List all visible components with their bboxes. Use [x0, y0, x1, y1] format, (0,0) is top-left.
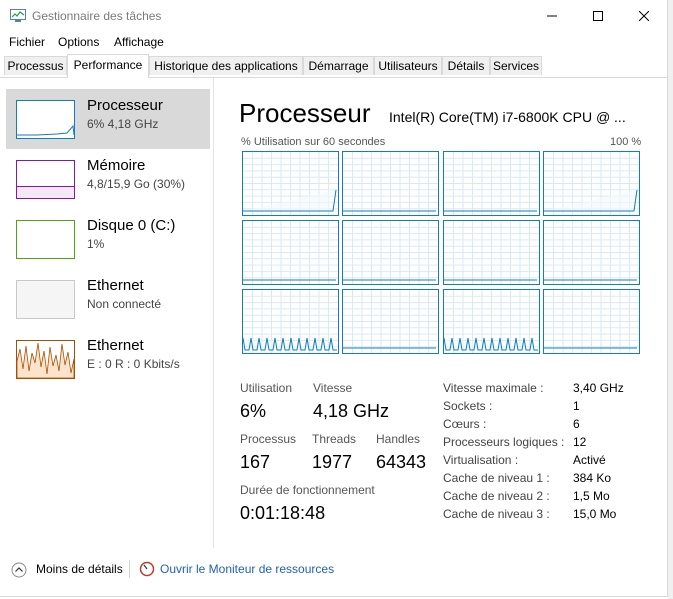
ethernet-thumbnail-graph: [16, 280, 75, 319]
cpu-thumbnail-graph: [16, 100, 75, 139]
cpu-core-graph: [242, 151, 339, 216]
disk-thumbnail-graph: [16, 220, 75, 259]
cpu-core-graph: [342, 220, 439, 285]
sidebar-item-label: Disque 0 (C:): [87, 217, 176, 234]
info-value: 1,5 Mo: [573, 489, 610, 503]
cpu-core-graph: [443, 151, 540, 216]
sidebar-item-detail: 1%: [87, 237, 105, 251]
title-bar[interactable]: Gestionnaire des tâches: [0, 0, 667, 32]
threads-label: Threads: [312, 432, 357, 446]
sidebar-item-detail: E : 0 R : 0 Kbits/s: [87, 357, 180, 371]
resource-monitor-icon: [139, 561, 155, 577]
close-icon: [639, 11, 649, 21]
sidebar-item-ethernet-2[interactable]: Ethernet E : 0 R : 0 Kbits/s: [6, 329, 210, 389]
sidebar-item-label: Ethernet: [87, 337, 144, 354]
info-value: 384 Ko: [573, 471, 612, 485]
tab-services[interactable]: Services: [490, 56, 542, 75]
window-title: Gestionnaire des tâches: [32, 9, 162, 23]
tab-historique[interactable]: Historique des applications: [149, 56, 303, 75]
sidebar-item-processeur[interactable]: Processeur 6% 4,18 GHz: [6, 89, 210, 149]
cpu-core-graph: [543, 220, 640, 285]
sidebar-item-detail: Non connecté: [87, 297, 162, 311]
chevron-up-icon[interactable]: [11, 562, 27, 578]
utilisation-label: Utilisation: [240, 381, 293, 395]
menu-fichier[interactable]: Fichier: [9, 35, 45, 49]
graph-max-label: 100 %: [610, 136, 642, 148]
open-resource-monitor-link[interactable]: Ouvrir le Moniteur de ressources: [160, 562, 334, 576]
footer-divider: [129, 560, 130, 578]
page-title: Processeur: [239, 98, 371, 128]
info-value: 15,0 Mo: [573, 507, 617, 521]
tab-demarrage[interactable]: Démarrage: [303, 56, 374, 75]
vitesse-value: 4,18 GHz: [313, 401, 390, 421]
utilisation-value: 6%: [240, 401, 267, 421]
close-button[interactable]: [621, 0, 667, 32]
info-value: 12: [573, 435, 587, 449]
tab-bar: Processus Performance Historique des app…: [0, 54, 667, 78]
cpu-core-graph: [342, 151, 439, 216]
cpu-core-graph: [543, 151, 640, 216]
info-label: Cœurs :: [443, 417, 487, 431]
task-manager-window: Gestionnaire des tâches Fichier Options …: [0, 0, 668, 597]
menu-bar: Fichier Options Affichage: [0, 32, 667, 52]
sidebar-item-detail: 6% 4,18 GHz: [87, 117, 159, 131]
sidebar-item-memoire[interactable]: Mémoire 4,8/15,9 Go (30%): [6, 149, 210, 209]
cpu-core-graph: [242, 289, 339, 354]
less-details-button[interactable]: Moins de détails: [36, 562, 123, 576]
sidebar-item-label: Ethernet: [87, 277, 144, 294]
info-value: 3,40 GHz: [573, 381, 624, 395]
info-value: 6: [573, 417, 580, 431]
uptime-value: 0:01:18:48: [240, 503, 326, 523]
maximize-button[interactable]: [575, 0, 621, 32]
background-window-edge: [668, 0, 673, 599]
sidebar-item-label: Processeur: [87, 97, 163, 114]
tab-performance[interactable]: Performance: [67, 54, 149, 78]
menu-affichage[interactable]: Affichage: [114, 35, 164, 49]
minimize-icon: [547, 15, 557, 17]
cpu-core-graph: [443, 289, 540, 354]
info-value: Activé: [573, 453, 606, 467]
maximize-icon: [593, 11, 603, 21]
threads-value: 1977: [312, 452, 353, 472]
cpu-core-graph: [342, 289, 439, 354]
sidebar-item-disque[interactable]: Disque 0 (C:) 1%: [6, 209, 210, 269]
sidebar-item-ethernet-1[interactable]: Ethernet Non connecté: [6, 269, 210, 329]
sidebar-item-label: Mémoire: [87, 157, 146, 174]
cpu-core-graph: [443, 220, 540, 285]
menu-options[interactable]: Options: [58, 35, 99, 49]
sidebar-item-detail: 4,8/15,9 Go (30%): [87, 177, 186, 191]
info-label: Vitesse maximale :: [443, 381, 544, 395]
uptime-label: Durée de fonctionnement: [240, 483, 375, 497]
minimize-button[interactable]: [529, 0, 575, 32]
ethernet-thumbnail-graph: [16, 340, 75, 379]
info-value: 1: [573, 399, 580, 413]
info-label: Cache de niveau 1 :: [443, 471, 550, 485]
vitesse-label: Vitesse: [313, 381, 353, 395]
info-label: Cache de niveau 2 :: [443, 489, 550, 503]
tab-processus[interactable]: Processus: [4, 56, 67, 75]
tab-utilisateurs[interactable]: Utilisateurs: [374, 56, 442, 75]
footer: Moins de détails Ouvrir le Moniteur de r…: [0, 556, 667, 582]
cpu-core-graph: [242, 220, 339, 285]
cpu-core-graph: [543, 289, 640, 354]
handles-value: 64343: [376, 452, 427, 472]
info-label: Cache de niveau 3 :: [443, 507, 550, 521]
info-label: Processeurs logiques :: [443, 435, 565, 449]
cpu-model: Intel(R) Core(TM) i7-6800K CPU @ ...: [389, 109, 626, 125]
resource-sidebar: Processeur 6% 4,18 GHz Mémoire 4,8/15,9 …: [0, 78, 214, 548]
task-manager-icon: [10, 9, 26, 22]
handles-label: Handles: [376, 432, 421, 446]
tab-details[interactable]: Détails: [442, 56, 490, 75]
memory-thumbnail-graph: [16, 160, 75, 199]
processus-label: Processus: [240, 432, 297, 446]
info-label: Virtualisation :: [443, 453, 519, 467]
processus-value: 167: [240, 452, 271, 472]
info-label: Sockets :: [443, 399, 493, 413]
graph-label: % Utilisation sur 60 secondes: [241, 136, 386, 148]
